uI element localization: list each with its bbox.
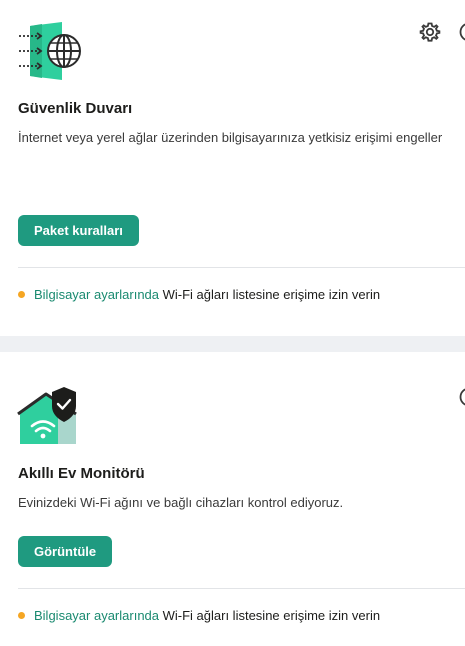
firewall-globe-icon bbox=[16, 20, 82, 82]
warning-dot-icon bbox=[18, 291, 25, 298]
smart-home-title: Akıllı Ev Monitörü bbox=[18, 465, 145, 482]
settings-notice: Bilgisayar ayarlarında Wi-Fi ağları list… bbox=[18, 287, 380, 302]
computer-settings-link[interactable]: Bilgisayar ayarlarında bbox=[34, 287, 159, 302]
notice-text: Wi-Fi ağları listesine erişime izin veri… bbox=[159, 608, 381, 623]
notice-text: Wi-Fi ağları listesine erişime izin veri… bbox=[159, 287, 381, 302]
computer-settings-link[interactable]: Bilgisayar ayarlarında bbox=[34, 608, 159, 623]
firewall-card: Güvenlik Duvarı İnternet veya yerel ağla… bbox=[0, 0, 465, 336]
view-button[interactable]: Görüntüle bbox=[18, 536, 113, 567]
smart-home-description: Evinizdeki Wi-Fi ağını ve bağlı cihazlar… bbox=[18, 495, 344, 510]
help-icon[interactable] bbox=[458, 386, 465, 408]
help-icon[interactable] bbox=[458, 21, 465, 43]
divider bbox=[18, 588, 465, 589]
warning-dot-icon bbox=[18, 612, 25, 619]
packet-rules-button[interactable]: Paket kuralları bbox=[18, 215, 139, 246]
smart-home-card: Akıllı Ev Monitörü Evinizdeki Wi-Fi ağın… bbox=[0, 352, 465, 646]
firewall-description: İnternet veya yerel ağlar üzerinden bilg… bbox=[18, 130, 443, 145]
divider bbox=[18, 267, 465, 268]
section-separator bbox=[0, 336, 465, 352]
settings-notice: Bilgisayar ayarlarında Wi-Fi ağları list… bbox=[18, 608, 380, 623]
firewall-title: Güvenlik Duvarı bbox=[18, 100, 133, 117]
smart-home-shield-icon bbox=[16, 386, 82, 446]
gear-icon[interactable] bbox=[419, 21, 441, 43]
